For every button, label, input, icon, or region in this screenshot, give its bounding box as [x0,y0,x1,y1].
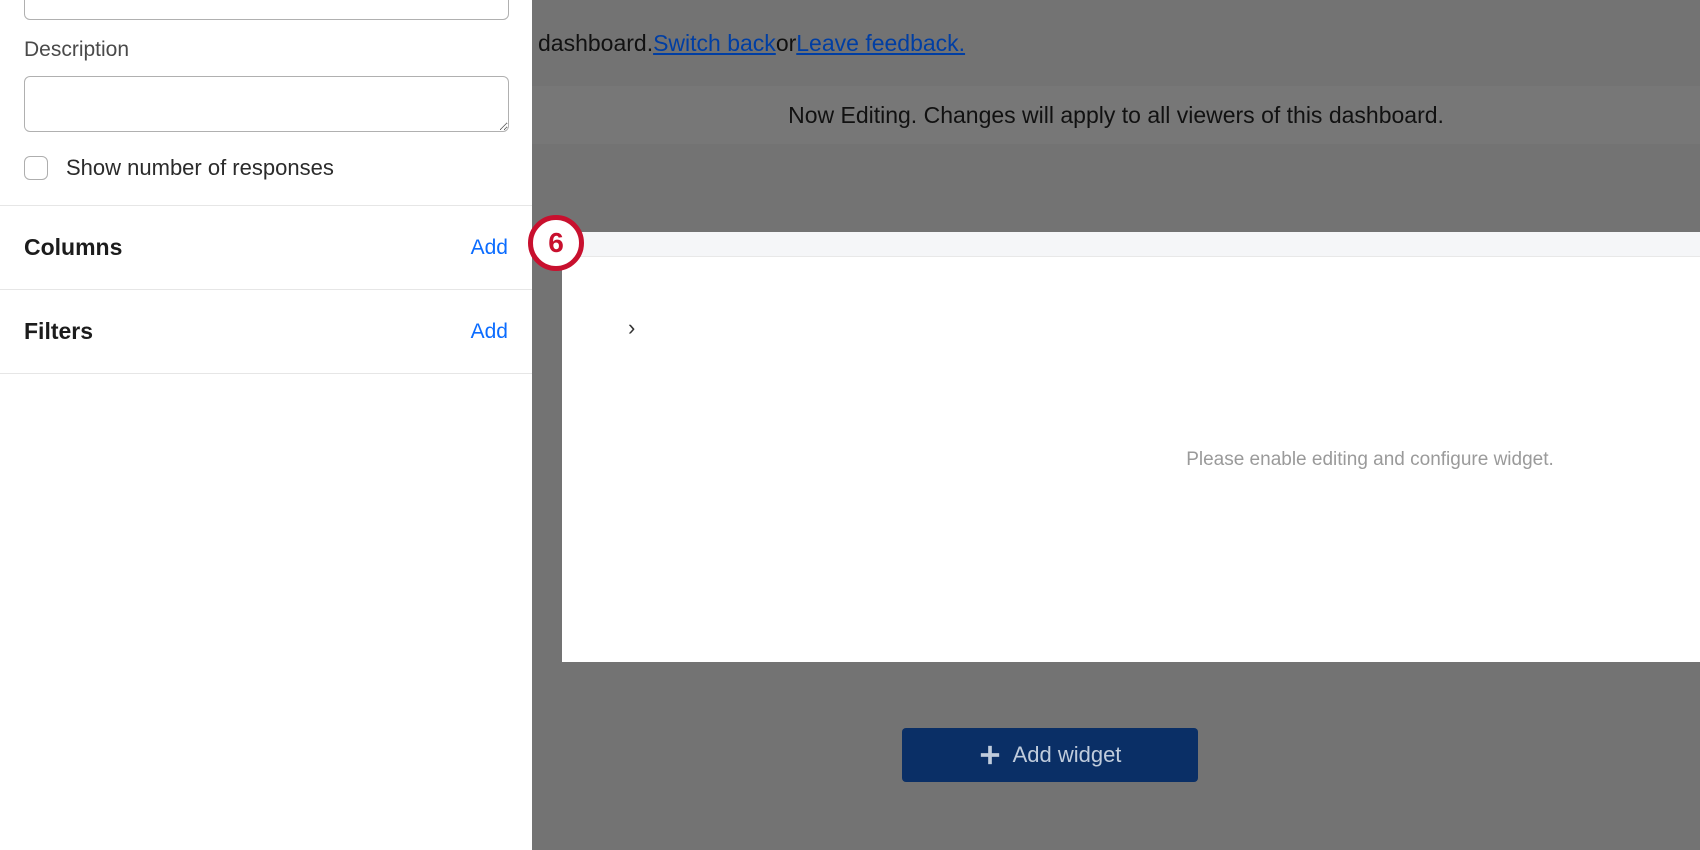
leave-feedback-link[interactable]: Leave feedback. [796,30,965,57]
overlay-dim: dashboard. Switch back or Leave feedback… [532,0,1700,850]
card-header-strip [562,232,1700,256]
widget-placeholder-text: Please enable editing and configure widg… [562,449,1700,471]
columns-add-link[interactable]: Add [471,236,508,260]
show-responses-checkbox[interactable] [24,156,48,180]
plus-icon [979,744,1001,766]
chevron-right-icon[interactable]: › [628,315,635,341]
step-number: 6 [548,227,564,259]
overlay-top-banner: dashboard. Switch back or Leave feedback… [532,0,1700,86]
add-widget-label: Add widget [1013,742,1122,768]
description-label: Description [24,38,508,62]
widget-card: › Please enable editing and configure wi… [562,256,1700,662]
title-input[interactable] [24,0,509,20]
config-sidebar: Description Show number of responses Col… [0,0,532,850]
switch-back-link[interactable]: Switch back [653,30,776,57]
show-responses-label: Show number of responses [66,155,334,181]
filters-add-link[interactable]: Add [471,320,508,344]
editing-notice-text: Now Editing. Changes will apply to all v… [788,102,1444,129]
add-widget-button[interactable]: Add widget [902,728,1198,782]
description-textarea[interactable] [24,76,509,132]
tutorial-step-marker: 6 [528,215,584,271]
overlay-top-prefix: dashboard. [538,30,653,57]
filters-section-title: Filters [24,318,93,345]
columns-section-title: Columns [24,234,122,261]
editing-notice-banner: Now Editing. Changes will apply to all v… [532,86,1700,144]
overlay-or: or [776,30,796,57]
